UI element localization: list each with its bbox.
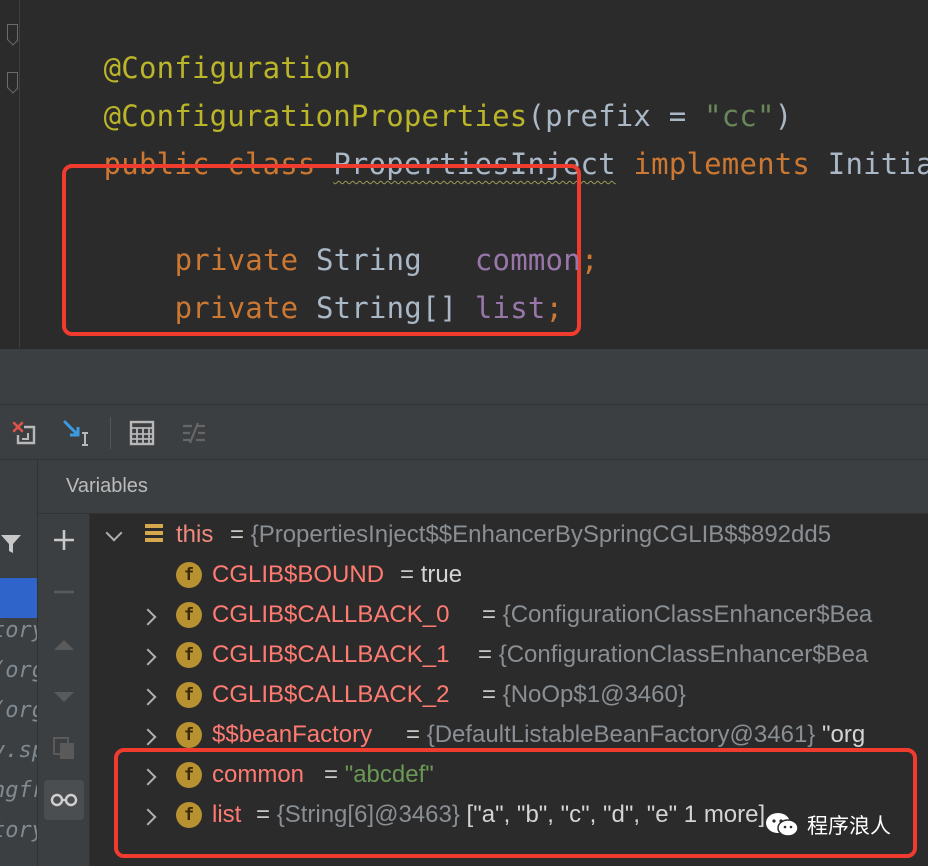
- object-stack-icon: [145, 524, 163, 542]
- debug-toolbar: [0, 404, 928, 460]
- debug-panel-header: [0, 348, 928, 404]
- frames-panel: tory (org (org v.sp ngfr tory: [0, 460, 38, 866]
- triangle-up-icon: [54, 640, 74, 650]
- chevron-right-icon[interactable]: [140, 607, 160, 627]
- frame-row[interactable]: (org: [0, 698, 37, 738]
- variable-equals: =: [406, 721, 421, 748]
- fold-marker-icon[interactable]: [7, 24, 18, 40]
- variable-name: $$beanFactory: [212, 721, 373, 748]
- field-badge-icon: f: [176, 602, 202, 628]
- frame-row[interactable]: tory: [0, 818, 37, 858]
- variables-title: Variables: [66, 475, 148, 497]
- field-list: list: [474, 291, 546, 325]
- interface-name: Initializ: [827, 147, 928, 181]
- editor-gutter: [0, 0, 20, 348]
- frame-selected[interactable]: [0, 578, 37, 618]
- variables-toolbar: [38, 514, 90, 866]
- chevron-down-icon[interactable]: [104, 527, 124, 547]
- variable-row[interactable]: f CGLIB$CALLBACK_1 = {ConfigurationClass…: [90, 635, 928, 675]
- field-badge-icon: f: [176, 682, 202, 708]
- variable-name: CGLIB$CALLBACK_2: [212, 681, 450, 708]
- move-down-button[interactable]: [46, 678, 82, 714]
- variable-name: CGLIB$CALLBACK_0: [212, 601, 450, 628]
- variable-equals: =: [478, 641, 493, 668]
- type-string-array: String[]: [315, 291, 458, 325]
- variable-name: CGLIB$BOUND: [212, 561, 385, 588]
- variable-type: {PropertiesInject$$EnhancerBySpringCGLIB…: [250, 521, 832, 548]
- keyword-implements: implements: [633, 147, 811, 181]
- copy-icon: [53, 737, 74, 759]
- frame-row[interactable]: tory: [0, 618, 37, 658]
- code-editor[interactable]: @Configuration @ConfigurationProperties(…: [0, 0, 928, 348]
- semicolon: ;: [545, 291, 564, 325]
- variable-type: {DefaultListableBeanFactory@3461}: [426, 721, 816, 748]
- frame-row[interactable]: v.sp: [0, 738, 37, 778]
- variable-value: true: [420, 561, 463, 588]
- minus-icon: [54, 590, 74, 594]
- frame-row[interactable]: (org: [0, 658, 37, 698]
- add-watch-button[interactable]: [46, 522, 82, 558]
- copy-button[interactable]: [46, 730, 82, 766]
- variable-equals: =: [482, 601, 497, 628]
- variables-header: Variables: [38, 460, 928, 514]
- remove-watch-button[interactable]: [46, 574, 82, 610]
- semicolon: ;: [580, 243, 599, 277]
- variable-type: {ConfigurationClassEnhancer$Bea: [502, 601, 873, 628]
- variable-row-this[interactable]: this = {PropertiesInject$$EnhancerBySpri…: [90, 515, 928, 555]
- filter-icon[interactable]: [0, 532, 24, 556]
- step-into-icon[interactable]: [62, 419, 90, 447]
- move-up-button[interactable]: [46, 626, 82, 662]
- code-line-field-list: private String[] list;: [104, 257, 563, 348]
- variable-type: {NoOp$1@3460}: [502, 681, 686, 708]
- show-watches-toggle[interactable]: [44, 780, 84, 820]
- fold-marker-icon[interactable]: [7, 72, 18, 88]
- variable-equals: =: [400, 561, 415, 588]
- restore-layout-icon[interactable]: [10, 419, 38, 447]
- variable-row[interactable]: f CGLIB$CALLBACK_0 = {ConfigurationClass…: [90, 595, 928, 635]
- field-badge-icon: f: [176, 642, 202, 668]
- frame-row[interactable]: ngfr: [0, 778, 37, 818]
- wechat-icon: [766, 813, 799, 837]
- variable-value: "org: [821, 721, 866, 748]
- variable-name: this: [176, 521, 214, 548]
- field-badge-icon: f: [176, 722, 202, 748]
- variable-row[interactable]: f CGLIB$BOUND = true: [90, 555, 928, 595]
- variable-equals: =: [230, 521, 245, 548]
- variable-name: CGLIB$CALLBACK_1: [212, 641, 450, 668]
- triangle-down-icon: [54, 692, 74, 702]
- evaluate-expression-icon[interactable]: [128, 419, 156, 447]
- glasses-icon: [50, 793, 78, 807]
- variable-equals: =: [482, 681, 497, 708]
- watermark: 程序浪人: [765, 808, 891, 842]
- variable-type: {ConfigurationClassEnhancer$Bea: [498, 641, 869, 668]
- variable-row[interactable]: f CGLIB$CALLBACK_2 = {NoOp$1@3460}: [90, 675, 928, 715]
- chevron-right-icon[interactable]: [140, 687, 160, 707]
- watermark-text: 程序浪人: [807, 814, 891, 838]
- keyword-private: private: [174, 291, 299, 325]
- chevron-right-icon[interactable]: [140, 647, 160, 667]
- toolbar-separator: [110, 417, 111, 449]
- trace-icon[interactable]: [180, 419, 208, 447]
- field-badge-icon: f: [176, 562, 202, 588]
- plus-icon: [54, 530, 74, 550]
- chevron-right-icon[interactable]: [140, 727, 160, 747]
